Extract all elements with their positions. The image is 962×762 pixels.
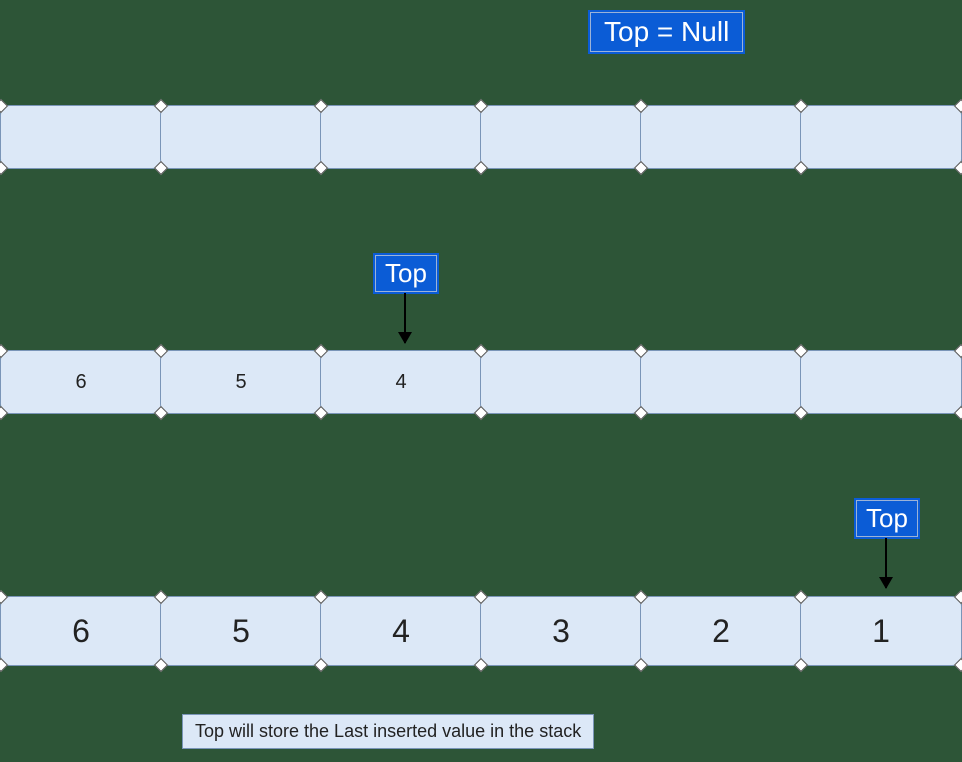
cell-value: 6 xyxy=(75,371,86,394)
stack-cell xyxy=(800,350,962,414)
stack-cell: 5 xyxy=(160,596,322,666)
stack-cell: 6 xyxy=(0,596,162,666)
cell-value: 6 xyxy=(72,613,90,650)
caption: Top will store the Last inserted value i… xyxy=(182,714,594,749)
stack-cell xyxy=(480,105,642,169)
stack-row-partial: 6 5 4 xyxy=(1,350,961,414)
stack-cell xyxy=(480,350,642,414)
top-label-partial: Top xyxy=(373,253,439,294)
stack-cell xyxy=(320,105,482,169)
cell-value: 4 xyxy=(392,613,410,650)
stack-row-full: 6 5 4 3 2 1 xyxy=(1,596,961,666)
stack-cell: 3 xyxy=(480,596,642,666)
top-null-label: Top = Null xyxy=(588,10,745,54)
stack-cell: 1 xyxy=(800,596,962,666)
stack-cell: 4 xyxy=(320,596,482,666)
stack-cell xyxy=(800,105,962,169)
stack-cell xyxy=(640,350,802,414)
cell-value: 1 xyxy=(872,613,890,650)
cell-value: 3 xyxy=(552,613,570,650)
stack-cell: 6 xyxy=(0,350,162,414)
stack-cell: 2 xyxy=(640,596,802,666)
cell-value: 5 xyxy=(232,613,250,650)
arrow-icon xyxy=(404,293,406,343)
stack-cell: 4 xyxy=(320,350,482,414)
cell-value: 2 xyxy=(712,613,730,650)
cell-value: 5 xyxy=(235,371,246,394)
arrow-icon xyxy=(885,538,887,588)
stack-row-empty xyxy=(1,105,961,169)
stack-cell xyxy=(0,105,162,169)
top-label-full: Top xyxy=(854,498,920,539)
stack-cell: 5 xyxy=(160,350,322,414)
cell-value: 4 xyxy=(395,371,406,394)
stack-cell xyxy=(640,105,802,169)
stack-cell xyxy=(160,105,322,169)
